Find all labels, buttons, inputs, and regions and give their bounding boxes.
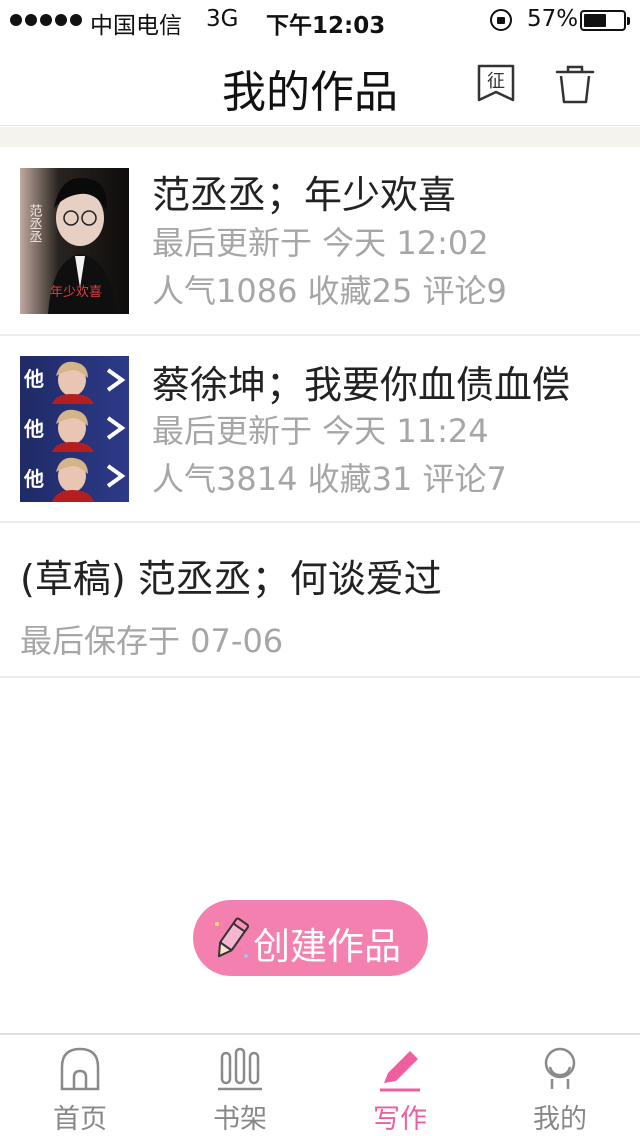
delete-button[interactable] [553, 62, 597, 106]
work-stats: 人气1086 收藏25 评论9 [152, 272, 507, 310]
tab-label: 写作 [373, 1104, 427, 1135]
work-cover-image: 范丞丞 年少欢喜 [20, 168, 129, 314]
cover-bottom-text: 年少欢喜 [50, 285, 102, 300]
tab-bar: 首页 书架 写作 我的 [0, 1033, 640, 1136]
cover-side-text: 他 [23, 367, 44, 391]
bookshelf-icon [218, 1047, 262, 1091]
page-title: 我的作品 [222, 67, 398, 118]
work-title: 蔡徐坤；我要你血债血偿 [152, 363, 571, 407]
cover-side-text: 他 [23, 467, 44, 491]
work-updated-time: 最后更新于 今天 11:24 [152, 412, 489, 450]
signal-strength-icon [10, 14, 82, 26]
work-cover-image: 他 他 他 [20, 356, 129, 502]
work-updated-time: 最后更新于 今天 12:02 [152, 224, 489, 262]
work-title: 范丞丞；年少欢喜 [152, 173, 457, 217]
carrier-name: 中国电信 [90, 13, 182, 39]
pencil-icon [215, 917, 249, 958]
svg-text:征: 征 [487, 71, 505, 92]
work-list-item[interactable]: 他 他 他 蔡徐坤；我要你血债血偿 最后更新于 今天 11:24 人气3814 … [0, 336, 640, 523]
pencil-icon [380, 1051, 420, 1092]
cover-side-text: 他 [23, 417, 44, 441]
work-list-item[interactable]: 范丞丞 年少欢喜 范丞丞；年少欢喜 最后更新于 今天 12:02 人气1086 … [0, 147, 640, 336]
create-work-button[interactable]: 创建作品 [193, 900, 428, 976]
tab-bookshelf[interactable]: 书架 [160, 1035, 320, 1136]
rotation-lock-icon [490, 9, 512, 31]
tab-label: 书架 [213, 1104, 267, 1135]
draft-saved-time: 最后保存于 07-06 [20, 622, 284, 660]
draft-title: (草稿) 范丞丞；何谈爱过 [20, 557, 442, 601]
contest-button[interactable]: 征 [474, 62, 518, 106]
tab-label: 首页 [53, 1104, 107, 1135]
battery-icon [580, 10, 630, 31]
tab-write[interactable]: 写作 [320, 1035, 480, 1136]
work-stats: 人气3814 收藏31 评论7 [152, 460, 507, 498]
trash-icon [555, 65, 595, 104]
cover-side-text: 范丞丞 [27, 204, 43, 243]
create-work-label: 创建作品 [253, 925, 401, 968]
profile-icon [544, 1047, 576, 1089]
tab-profile[interactable]: 我的 [480, 1035, 640, 1136]
tab-label: 我的 [533, 1104, 587, 1135]
contest-icon: 征 [477, 64, 515, 102]
battery-percent: 57% [527, 6, 579, 32]
network-type: 3G [206, 6, 239, 32]
home-icon [60, 1047, 100, 1091]
draft-list-item[interactable]: (草稿) 范丞丞；何谈爱过 最后保存于 07-06 [0, 523, 640, 678]
section-divider [0, 127, 640, 147]
status-time: 下午12:03 [266, 13, 386, 39]
tab-home[interactable]: 首页 [0, 1035, 160, 1136]
status-bar: 中国电信 3G 下午12:03 57% [0, 0, 640, 40]
nav-bar: 我的作品 征 [0, 40, 640, 126]
